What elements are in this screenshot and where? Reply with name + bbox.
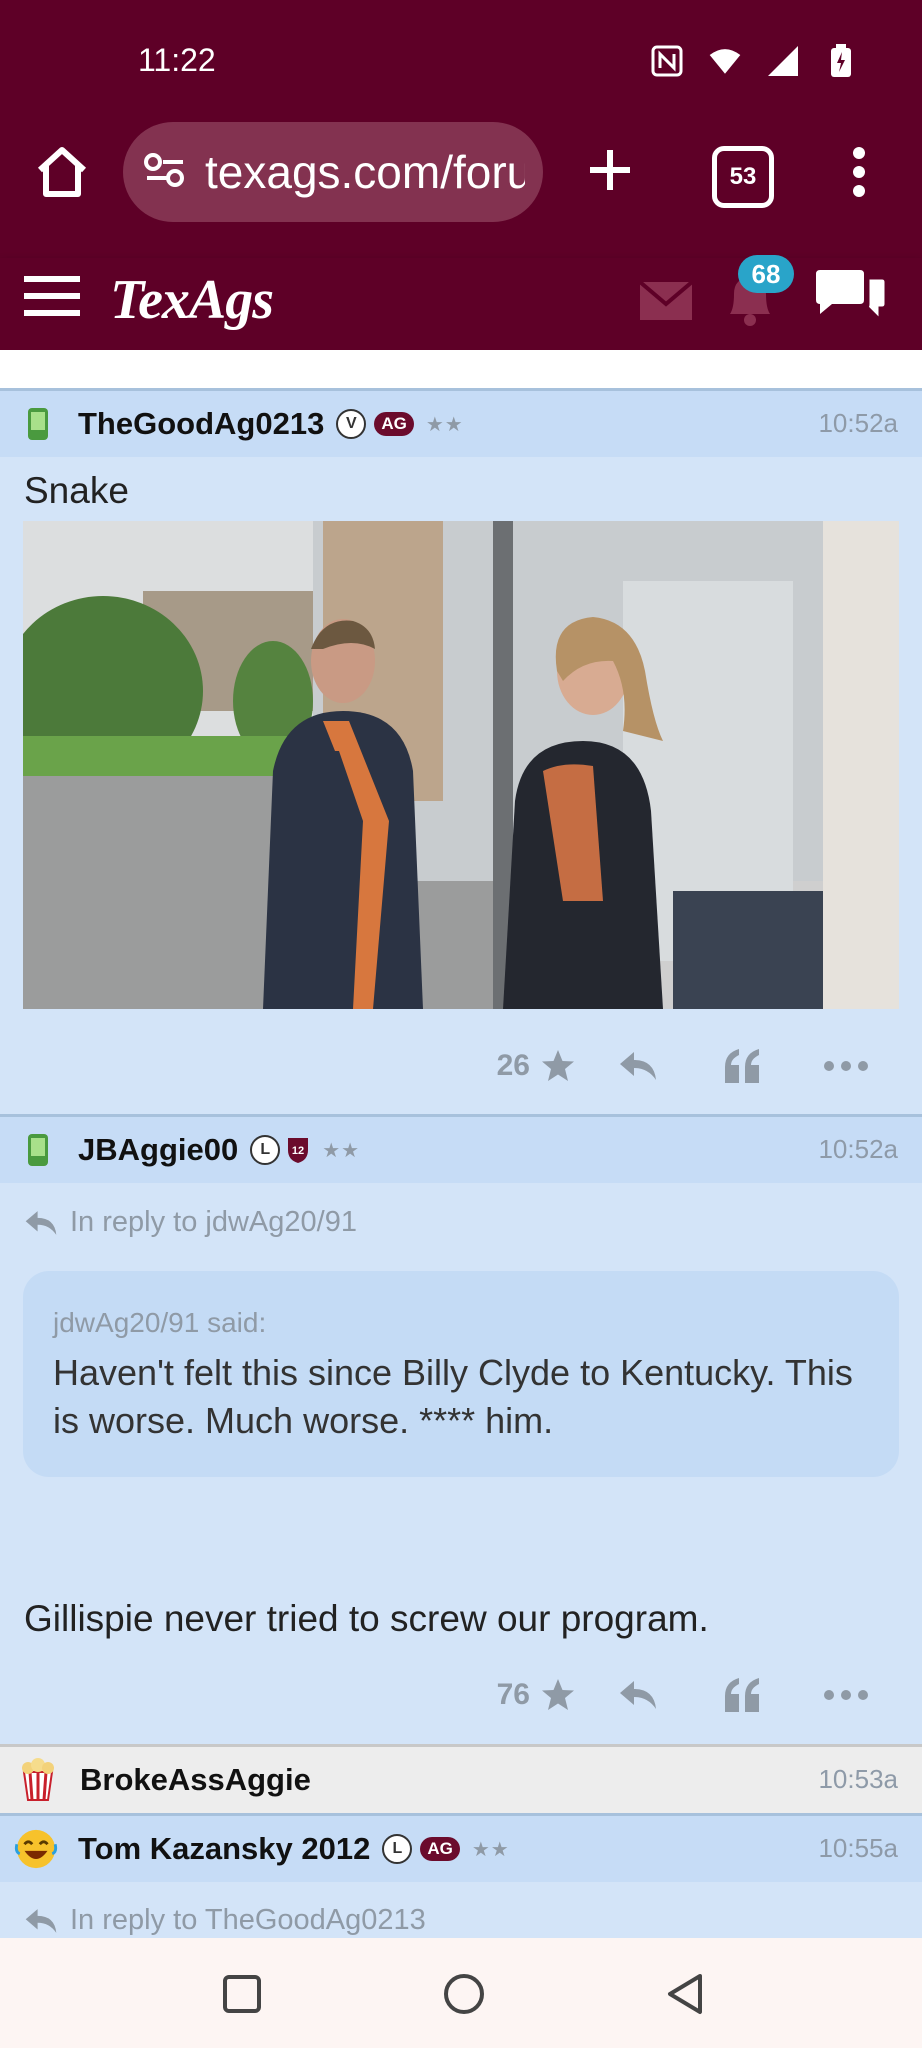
badge-l: L	[382, 1834, 413, 1864]
signal-icon	[766, 44, 800, 78]
badge-v: V	[336, 409, 367, 439]
badge-12: 12	[292, 1145, 304, 1157]
mobile-phone-icon	[28, 408, 48, 440]
post-header: JBAggie00 L 12 ★★ 10:52a	[0, 1114, 922, 1183]
username[interactable]: TheGoodAg0213	[78, 406, 324, 442]
status-icons	[650, 44, 858, 78]
thread-content: TheGoodAg0213 V AG ★★ 10:52a Snake 26 JB…	[0, 350, 922, 1938]
quote-block: jdwAg20/91 said: Haven't felt this since…	[23, 1271, 899, 1477]
star-count: 76	[496, 1678, 530, 1711]
reply-arrow-icon	[25, 1908, 57, 1933]
hamburger-menu-icon[interactable]	[24, 276, 80, 316]
status-time: 11:22	[138, 42, 216, 78]
browser-menu-icon[interactable]	[852, 146, 866, 198]
post-header-collapsed[interactable]: BrokeAssAggie 10:53a	[0, 1744, 922, 1813]
user-stars: ★★	[425, 413, 464, 436]
badge-ag: AG	[420, 1837, 460, 1861]
user-stars: ★★	[471, 1838, 510, 1861]
post-actions: 26	[497, 1041, 898, 1091]
username[interactable]: JBAggie00	[78, 1132, 238, 1168]
recents-icon[interactable]	[222, 1974, 262, 2014]
post-time: 10:55a	[818, 1833, 898, 1863]
badge-ag: AG	[374, 412, 414, 436]
site-settings-icon[interactable]	[143, 150, 187, 195]
star-icon[interactable]	[530, 1670, 586, 1720]
tab-count: 53	[729, 163, 757, 190]
reply-to-text: In reply to TheGoodAg0213	[70, 1904, 426, 1936]
post-actions: 76	[497, 1670, 898, 1720]
reply-to-text: In reply to jdwAg20/91	[70, 1206, 357, 1238]
reply-arrow-icon	[25, 1210, 57, 1235]
star-icon[interactable]	[530, 1041, 586, 1091]
more-options-icon[interactable]	[794, 1041, 898, 1091]
chat-icon[interactable]	[812, 268, 888, 330]
back-icon[interactable]	[664, 1972, 708, 2016]
wifi-icon	[708, 44, 742, 78]
reply-reference[interactable]: In reply to TheGoodAg0213	[24, 1904, 426, 1937]
badge-l: L	[250, 1135, 281, 1165]
new-tab-icon[interactable]	[578, 138, 642, 202]
reply-icon[interactable]	[586, 1670, 690, 1720]
post-image-illustration	[23, 521, 899, 1009]
twelfth-man-shield-icon: 12	[288, 1138, 309, 1163]
tab-switcher-button[interactable]: 53	[712, 146, 774, 208]
laughing-emoji-avatar-icon	[14, 1827, 58, 1871]
mobile-phone-icon	[28, 1134, 48, 1166]
more-options-icon[interactable]	[794, 1670, 898, 1720]
post-image[interactable]	[23, 521, 899, 1009]
post-time: 10:52a	[818, 1134, 898, 1164]
reply-reference[interactable]: In reply to jdwAg20/91	[24, 1206, 357, 1239]
nfc-icon	[650, 44, 684, 78]
star-count: 26	[496, 1049, 530, 1082]
notification-count-badge[interactable]: 68	[738, 255, 794, 293]
post-separator	[0, 350, 922, 388]
quote-text: Haven't felt this since Billy Clyde to K…	[53, 1352, 853, 1441]
home-circle-icon[interactable]	[442, 1972, 486, 2016]
post-header: TheGoodAg0213 V AG ★★ 10:52a	[0, 388, 922, 457]
system-navigation-bar	[0, 1938, 922, 2048]
post-header: Tom Kazansky 2012 L AG ★★ 10:55a	[0, 1813, 922, 1882]
user-stars: ★★	[322, 1139, 361, 1162]
quote-author: jdwAg20/91 said:	[53, 1307, 267, 1338]
post-text: Gillispie never tried to screw our progr…	[24, 1598, 709, 1639]
quote-icon[interactable]	[690, 1041, 794, 1091]
url-text[interactable]: texags.com/forums	[205, 145, 525, 199]
post-time: 10:52a	[818, 408, 898, 438]
username[interactable]: Tom Kazansky 2012	[78, 1831, 370, 1867]
post-time: 10:53a	[818, 1764, 898, 1794]
popcorn-avatar-icon	[16, 1758, 60, 1802]
texags-logo[interactable]: TexAgs	[110, 268, 274, 332]
quote-icon[interactable]	[690, 1670, 794, 1720]
username[interactable]: BrokeAssAggie	[80, 1762, 311, 1798]
mail-icon[interactable]	[638, 280, 694, 320]
url-bar[interactable]: texags.com/forums	[123, 122, 543, 222]
post-text: Snake	[24, 470, 129, 511]
home-icon[interactable]	[30, 140, 94, 204]
battery-icon	[824, 44, 858, 78]
reply-icon[interactable]	[586, 1041, 690, 1091]
